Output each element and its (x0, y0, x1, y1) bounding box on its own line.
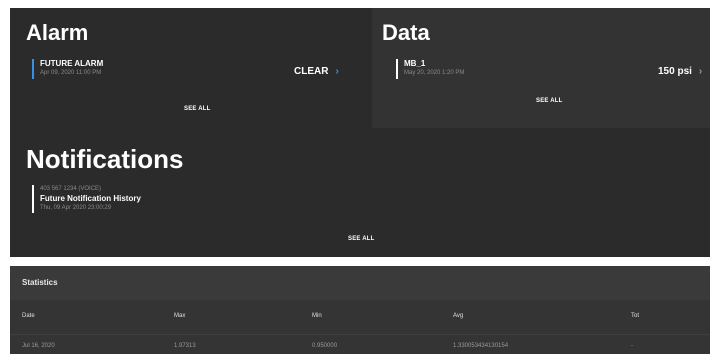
alarm-item-name: FUTURE ALARM (40, 59, 104, 68)
notification-name: Future Notification History (40, 194, 141, 203)
data-item-name: MB_1 (404, 59, 426, 68)
column-header-tot[interactable]: Tot (631, 313, 639, 319)
alarm-clear-button[interactable]: CLEAR › (294, 66, 339, 77)
cell-min: 0.950000 (312, 343, 338, 349)
column-header-min[interactable]: Min (312, 313, 322, 319)
cell-max: 1.97313 (174, 343, 196, 349)
data-title: Data (382, 20, 430, 45)
notifications-card: Notifications 403 567 1234 (VOICE) Futur… (10, 128, 710, 257)
alarm-indicator-bar (32, 59, 34, 79)
alarm-see-all-link[interactable]: SEE ALL (184, 106, 211, 112)
data-indicator-bar (396, 59, 398, 79)
alarm-item[interactable]: FUTURE ALARM Apr 09, 2020 11:00 PM (32, 59, 103, 79)
chevron-right-icon: › (335, 66, 339, 77)
notifications-title: Notifications (26, 144, 184, 174)
data-value-button[interactable]: 150 psi › (658, 66, 702, 77)
column-header-max[interactable]: Max (174, 313, 185, 319)
column-header-date[interactable]: Date (22, 313, 35, 319)
notifications-see-all-link[interactable]: SEE ALL (348, 236, 375, 242)
cell-tot: - (631, 343, 633, 349)
notification-timestamp: Thu, 09 Apr 2020 23:00:29 (40, 205, 112, 211)
data-value: 150 psi (658, 66, 692, 77)
cell-date: Jul 16, 2020 (22, 343, 55, 349)
data-item[interactable]: MB_1 May 20, 2020 1:20 PM (396, 59, 464, 79)
alarm-title: Alarm (26, 20, 89, 45)
cell-avg: 1.330053434130154 (453, 343, 509, 349)
column-header-avg[interactable]: Avg (453, 313, 463, 319)
data-item-timestamp: May 20, 2020 1:20 PM (404, 70, 465, 76)
notification-caller: 403 567 1234 (VOICE) (40, 186, 102, 192)
alarm-card: Alarm FUTURE ALARM Apr 09, 2020 11:00 PM… (10, 8, 372, 128)
data-see-all-link[interactable]: SEE ALL (536, 98, 563, 104)
notification-indicator-bar (32, 185, 34, 213)
alarm-clear-label: CLEAR (294, 66, 329, 77)
statistics-header: Statistics (10, 266, 710, 300)
notification-item[interactable]: 403 567 1234 (VOICE) Future Notification… (32, 185, 141, 213)
data-card: Data MB_1 May 20, 2020 1:20 PM 150 psi ›… (372, 8, 710, 128)
statistics-title: Statistics (22, 278, 58, 287)
dashboard-panel: Alarm FUTURE ALARM Apr 09, 2020 11:00 PM… (10, 8, 710, 257)
alarm-item-timestamp: Apr 09, 2020 11:00 PM (40, 70, 102, 76)
statistics-header-row: Date Max Min Avg Tot (10, 308, 710, 324)
chevron-right-icon: › (698, 66, 703, 77)
table-row[interactable]: Jul 16, 2020 1.97313 0.950000 1.33005343… (10, 334, 710, 350)
statistics-panel: Statistics Date Max Min Avg Tot Jul 16, … (10, 266, 710, 354)
